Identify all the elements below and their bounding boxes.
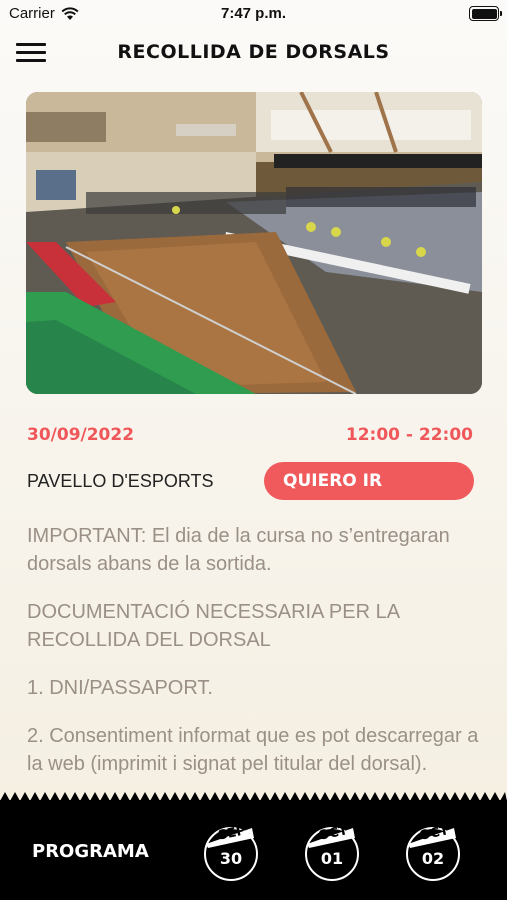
page-title: RECOLLIDA DE DORSALS [117, 41, 390, 63]
info-paragraph: 2. Consentiment informat que es pot desc… [27, 725, 479, 775]
status-bar: Carrier 7:47 p.m. [0, 0, 507, 28]
quiero-ir-button[interactable]: QUIERO IR [264, 462, 474, 500]
venue-label: PAVELLO D'ESPORTS [27, 471, 214, 491]
battery-icon [469, 6, 502, 21]
day-number: 30 [219, 849, 243, 868]
event-date: 30/09/2022 [27, 425, 135, 445]
info-content: IMPORTANT: El dia de la cursa no s’entre… [27, 522, 479, 798]
zigzag-edge [0, 792, 507, 801]
status-time: 7:47 p.m. [220, 5, 287, 22]
programa-button[interactable]: PROGRAMA [32, 841, 149, 862]
day-number: 02 [421, 849, 445, 868]
info-paragraph: IMPORTANT: El dia de la cursa no s’entre… [27, 525, 450, 575]
day-tab-sep-30[interactable]: SEP 30 [200, 821, 262, 883]
header: RECOLLIDA DE DORSALS [0, 32, 507, 72]
info-paragraph: DOCUMENTACIÓ NECESSARIA PER LA RECOLLIDA… [27, 601, 399, 651]
info-paragraph: 1. DNI/PASSAPORT. [27, 677, 213, 699]
date-time-row: 30/09/2022 12:00 - 22:00 [27, 425, 473, 447]
day-number: 01 [320, 849, 344, 868]
day-tab-oct-02[interactable]: OCT 02 [402, 821, 464, 883]
event-photo [26, 92, 482, 394]
day-tab-oct-01[interactable]: OCT 01 [301, 821, 363, 883]
event-time: 12:00 - 22:00 [345, 425, 473, 445]
bottom-nav: PROGRAMA SEP 30 OCT 01 OCT 02 [0, 792, 507, 900]
